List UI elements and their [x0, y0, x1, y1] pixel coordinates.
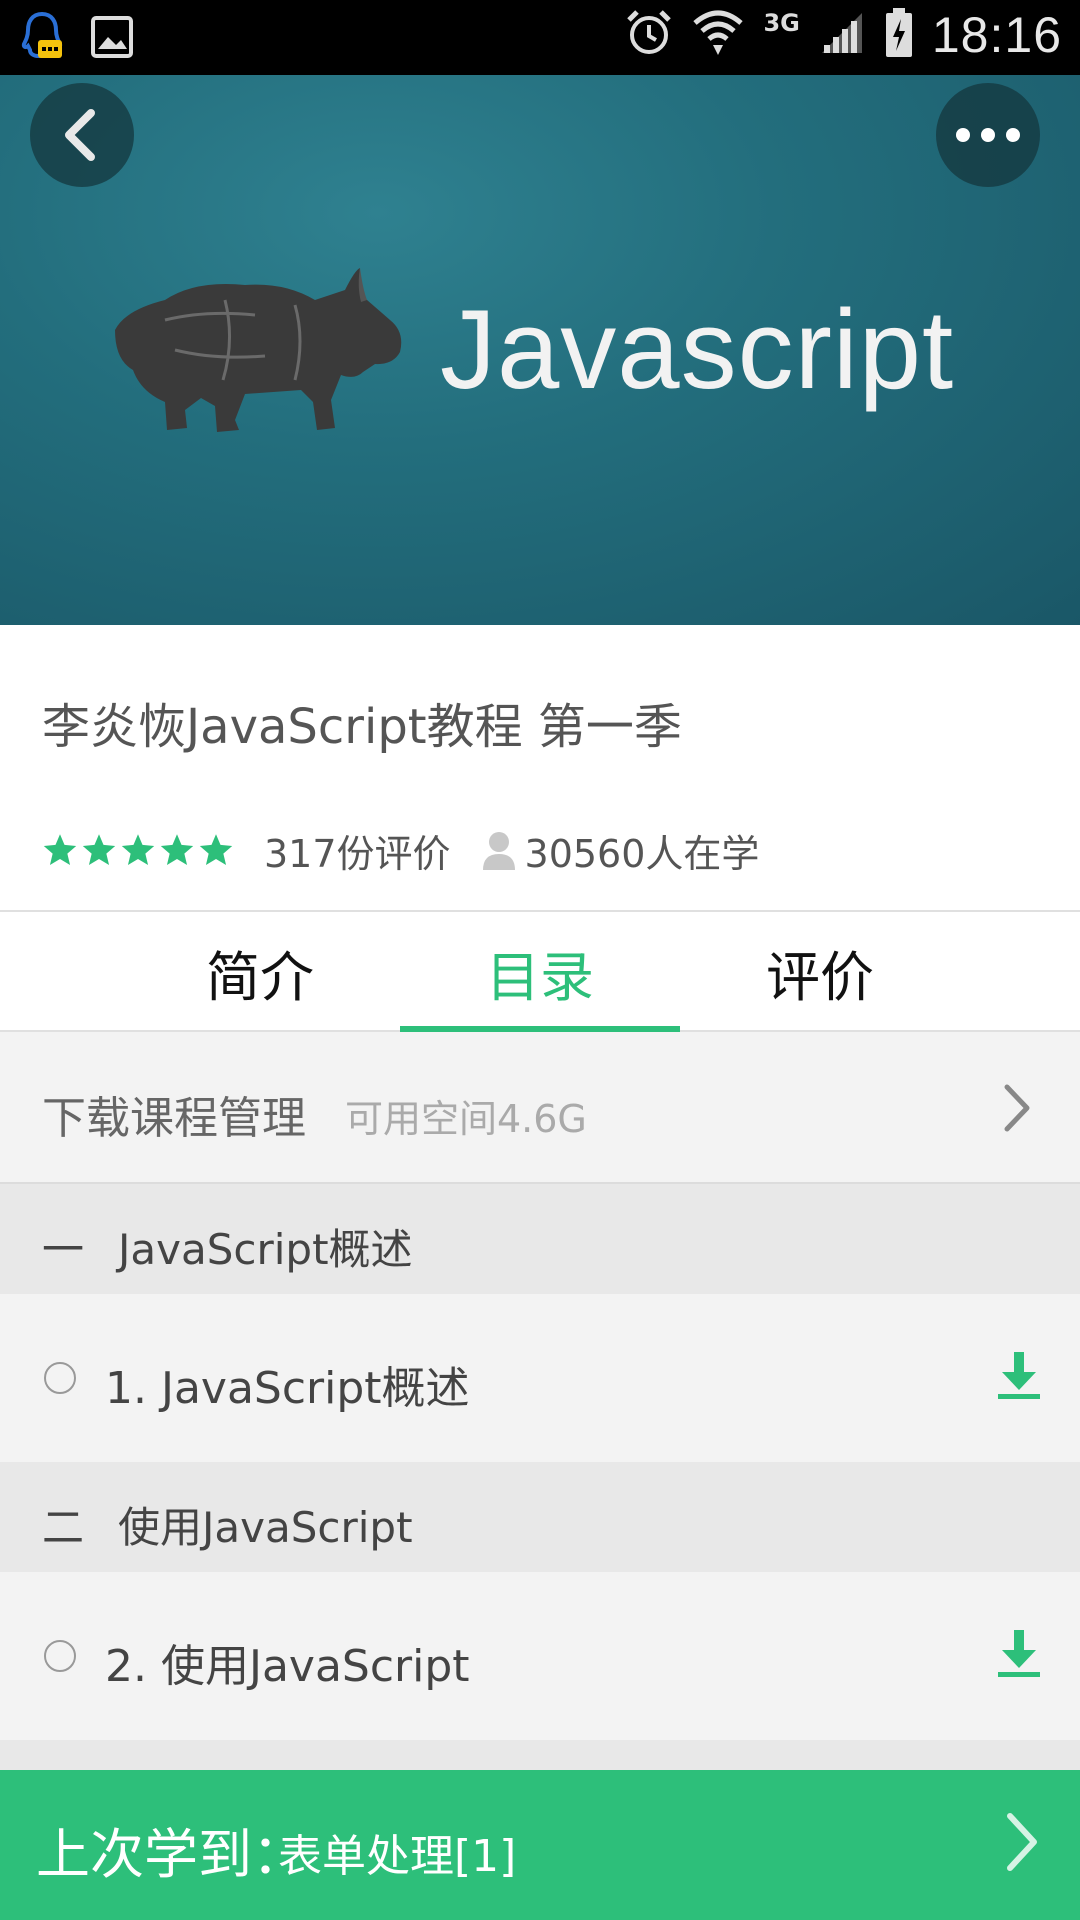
available-space: 可用空间4.6G	[345, 1097, 587, 1141]
clock-time: 18:16	[931, 7, 1062, 63]
last-lesson: 表单处理[1]	[278, 1831, 517, 1882]
course-banner: Javascript	[0, 75, 1080, 625]
lesson-item[interactable]: 2. 使用JavaScript	[0, 1572, 1080, 1740]
rating-stars	[42, 832, 234, 868]
resume-learning-bar[interactable]: 上次学到： 表单处理[1]	[0, 1770, 1080, 1920]
lesson-status-circle	[44, 1362, 76, 1394]
lesson-title: 1. JavaScript概述	[105, 1363, 470, 1414]
more-options-button[interactable]	[936, 83, 1040, 187]
course-info: 李炎恢JavaScript教程 第一季 317份评价 30560人在学	[0, 625, 1080, 910]
chapter-title: JavaScript概述	[118, 1225, 413, 1274]
download-icon[interactable]	[996, 1628, 1042, 1682]
tab-bar: 简介 目录 评价	[0, 910, 1080, 1032]
course-detail-screen: 3G 18:16 Javascript 李炎恢JavaScript教程 第一季 …	[0, 0, 1080, 1920]
image-notification-icon	[90, 15, 134, 63]
chapter-number: 一	[42, 1225, 85, 1274]
back-button[interactable]	[30, 83, 134, 187]
tab-reviews[interactable]: 评价	[680, 912, 960, 1032]
alarm-icon	[625, 8, 673, 62]
chevron-right-icon	[1002, 1082, 1032, 1138]
status-right-icons: 3G 18:16	[625, 6, 1062, 64]
star-icon	[82, 834, 116, 865]
chapter-header: 二 使用JavaScript	[0, 1462, 1080, 1572]
course-title: 李炎恢JavaScript教程 第一季	[42, 699, 682, 755]
download-icon[interactable]	[996, 1350, 1042, 1404]
chapter-header: 一 JavaScript概述	[0, 1184, 1080, 1294]
download-management-label: 下载课程管理	[42, 1093, 306, 1144]
star-icon	[121, 834, 155, 865]
battery-charging-icon	[884, 7, 914, 63]
chapter-number: 二	[42, 1503, 85, 1552]
more-dots-icon	[956, 128, 1020, 142]
course-stats: 317份评价 30560人在学	[42, 820, 759, 880]
rhino-icon	[105, 260, 405, 444]
lesson-status-circle	[44, 1640, 76, 1672]
lesson-item[interactable]: 1. JavaScript概述	[0, 1294, 1080, 1462]
status-left-icons	[20, 10, 134, 68]
lesson-title: 2. 使用JavaScript	[105, 1641, 470, 1692]
back-arrow-icon	[65, 109, 95, 161]
star-icon	[43, 834, 77, 865]
tab-catalog[interactable]: 目录	[400, 912, 680, 1032]
review-count[interactable]: 317份评价	[264, 823, 451, 878]
network-type: 3G	[763, 9, 800, 37]
star-icon	[160, 834, 194, 865]
wifi-icon	[691, 7, 745, 63]
download-management-row[interactable]: 下载课程管理 可用空间4.6G	[0, 1032, 1080, 1184]
learner-count: 30560人在学	[481, 823, 760, 878]
star-icon	[199, 834, 233, 865]
list-continuation	[0, 1740, 1080, 1770]
banner-title: Javascript	[440, 287, 955, 412]
learner-count-text: 30560人在学	[524, 831, 760, 876]
status-bar: 3G 18:16	[0, 0, 1080, 75]
user-icon	[482, 832, 515, 870]
tab-intro[interactable]: 简介	[120, 912, 400, 1032]
signal-icon	[818, 9, 866, 61]
resume-prefix: 上次学到：	[36, 1823, 306, 1886]
chapter-title: 使用JavaScript	[118, 1503, 413, 1552]
chevron-right-icon	[1002, 1810, 1042, 1878]
qq-notification-icon	[20, 10, 64, 68]
